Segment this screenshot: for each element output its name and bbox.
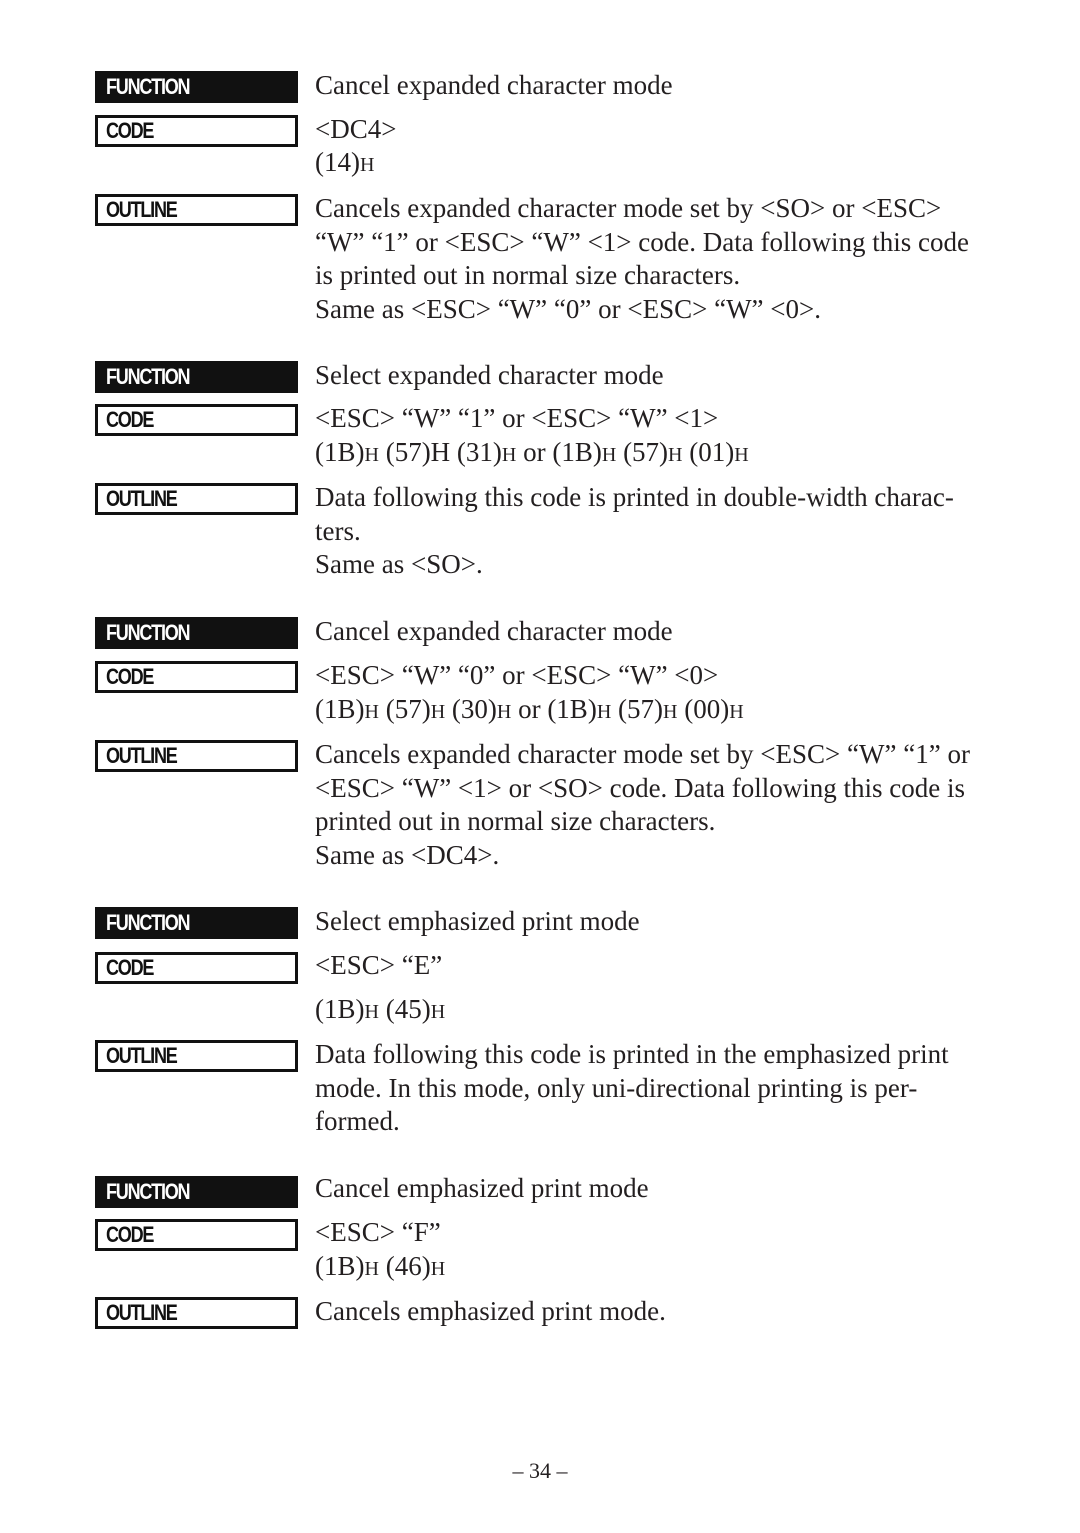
outline-line: printed out in normal size characters. [315, 806, 716, 836]
page-number: – 34 – [512, 1458, 568, 1483]
hex-suffix: H [496, 701, 512, 723]
code-label-text: CODE [106, 955, 154, 980]
hex-suffix: H [596, 701, 612, 723]
outline-text: Data following this code is printed in t… [315, 1038, 987, 1139]
outline-line: Data following this code is printed in t… [315, 1039, 949, 1069]
hex-value: (14) [315, 147, 360, 177]
hex-suffix: H [364, 1258, 379, 1280]
hex-value: (57) [378, 694, 431, 724]
outline-text: Cancels expanded character mode set by <… [315, 738, 987, 872]
hex-value: or (1B) [516, 437, 602, 467]
code-label: CODE [95, 661, 298, 693]
code-text: <ESC> “W” “0” or <ESC> “W” <0> [315, 660, 719, 690]
hex-value: (1B) [315, 1251, 365, 1281]
code-label: CODE [95, 115, 298, 147]
outline-line: Same as <SO>. [315, 549, 483, 579]
hex-value: (30) [445, 694, 497, 724]
hex-suffix: H [601, 444, 617, 466]
outline-text: Cancels expanded character mode set by <… [315, 192, 987, 326]
function-label: FUNCTION [95, 71, 298, 103]
outline-label-text: OUTLINE [106, 1043, 178, 1068]
hex-code: (1B)H (45)H [315, 993, 987, 1030]
outline-line: Same as <DC4>. [315, 839, 500, 870]
outline-label: OUTLINE [95, 740, 298, 772]
code-label-text: CODE [106, 1222, 154, 1247]
outline-line: mode. In this mode, only uni-directional… [315, 1072, 918, 1103]
function-label-text: FUNCTION [106, 364, 191, 389]
function-label-text: FUNCTION [106, 910, 191, 935]
hex-code: (1B)H (57)H (31)H or (1B)H (57)H (01)H [315, 436, 987, 473]
code-text: <ESC> “W” “1” or <ESC> “W” <1> [315, 403, 719, 433]
code-text: <ESC> “E” [315, 950, 443, 980]
outline-label-text: OUTLINE [106, 197, 178, 222]
hex-suffix: H [430, 701, 446, 723]
hex-suffix: H [359, 154, 375, 176]
hex-suffix: H [729, 701, 744, 723]
function-text: Select emphasized print mode [315, 906, 640, 936]
outline-label: OUTLINE [95, 483, 298, 515]
function-label-text: FUNCTION [106, 74, 191, 99]
outline-line: Cancels expanded character mode set by <… [315, 193, 942, 223]
hex-value: (1B) [315, 994, 365, 1024]
hex-value: (45) [378, 994, 431, 1024]
outline-line: <ESC> “W” <1> or <SO> code. Data followi… [315, 772, 966, 803]
hex-suffix: H [364, 701, 379, 723]
code-label-text: CODE [106, 664, 154, 689]
hex-suffix: H [364, 444, 379, 466]
function-text: Cancel emphasized print mode [315, 1173, 649, 1203]
function-label: FUNCTION [95, 361, 298, 393]
code-text: <ESC> “F” [315, 1217, 441, 1247]
outline-label-text: OUTLINE [106, 743, 178, 768]
outline-line: Cancels expanded character mode set by <… [315, 739, 970, 769]
outline-label: OUTLINE [95, 1040, 298, 1072]
function-label: FUNCTION [95, 1176, 298, 1208]
hex-code: (1B)H (57)H (30)H or (1B)H (57)H (00)H [315, 693, 987, 730]
code-label: CODE [95, 1219, 298, 1251]
outline-line: formed. [315, 1106, 400, 1136]
code-label: CODE [95, 952, 298, 984]
hex-suffix: H [364, 1001, 379, 1023]
hex-value: (46) [378, 1251, 431, 1281]
outline-line: is printed out in normal size characters… [315, 260, 741, 290]
code-label-text: CODE [106, 118, 154, 143]
outline-text: Cancels emphasized print mode. [315, 1295, 987, 1329]
hex-value: (1B) [315, 694, 365, 724]
outline-line: Same as <ESC> “W” “0” or <ESC> “W” <0>. [315, 293, 821, 324]
hex-code: (1B)H (46)H [315, 1250, 987, 1287]
hex-suffix: H [668, 444, 683, 466]
hex-suffix: H [663, 701, 678, 723]
hex-suffix: H [430, 1001, 446, 1023]
hex-value: or (1B) [511, 694, 597, 724]
outline-label: OUTLINE [95, 1297, 298, 1329]
function-label: FUNCTION [95, 617, 298, 649]
hex-code: (14)H [315, 146, 987, 183]
function-text: Cancel expanded character mode [315, 70, 673, 100]
outline-label: OUTLINE [95, 194, 298, 226]
hex-suffix: H [430, 1258, 446, 1280]
hex-value: (1B) [315, 437, 365, 467]
code-text: <DC4> [315, 114, 397, 144]
outline-label-text: OUTLINE [106, 486, 178, 511]
hex-value: (01) [682, 437, 735, 467]
function-label-text: FUNCTION [106, 1179, 191, 1204]
hex-suffix: H [734, 444, 749, 466]
hex-value: (00) [677, 694, 730, 724]
outline-line: ters. [315, 515, 361, 546]
outline-line: Data following this code is printed in d… [315, 482, 954, 512]
outline-line: “W” “1” or <ESC> “W” <1> code. Data foll… [315, 226, 969, 257]
outline-line: Cancels emphasized print mode. [315, 1296, 666, 1326]
function-text: Select expanded character mode [315, 360, 664, 390]
outline-label-text: OUTLINE [106, 1300, 178, 1325]
function-label-text: FUNCTION [106, 620, 191, 645]
hex-value: (57) [611, 694, 663, 724]
function-label: FUNCTION [95, 907, 298, 939]
code-label: CODE [95, 404, 298, 436]
code-label-text: CODE [106, 407, 154, 432]
function-text: Cancel expanded character mode [315, 616, 673, 646]
hex-value: (57)H (31) [378, 437, 502, 467]
outline-text: Data following this code is printed in d… [315, 481, 987, 582]
hex-suffix: H [501, 444, 517, 466]
hex-value: (57) [616, 437, 669, 467]
